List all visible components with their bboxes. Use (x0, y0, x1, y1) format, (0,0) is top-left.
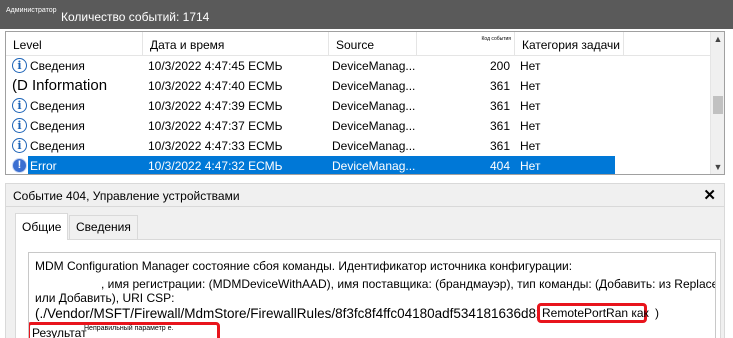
table-row[interactable]: i Сведения 10/3/2022 4:47:39 ЕСМЬ Device… (6, 96, 711, 116)
source-cell: DeviceManag... (332, 119, 416, 133)
tab-panel-general: MDM Configuration Manager состояние сбоя… (15, 239, 721, 338)
category-cell: Нет (520, 59, 541, 73)
info-icon: i (12, 118, 27, 133)
description-line: MDM Configuration Manager состояние сбоя… (35, 259, 573, 273)
title-bar: Администратор Количество событий: 1714 (0, 0, 733, 29)
description-path: (./Vendor/MSFT/Firewall/MdmStore/Firewal… (35, 306, 615, 321)
vertical-scrollbar[interactable]: ▲ ▼ (710, 32, 724, 174)
source-cell: DeviceManag... (332, 139, 416, 153)
column-header-category[interactable]: Категория задачи (515, 32, 624, 56)
level-cell: Сведения (30, 59, 85, 73)
level-cell: Error (30, 159, 57, 173)
category-cell: Нет (520, 139, 541, 153)
result-label: Результат (32, 326, 87, 338)
event-list[interactable]: Level Дата и время Source Код события Ка… (5, 31, 725, 175)
scroll-up-icon[interactable]: ▲ (711, 32, 724, 46)
datetime-cell: 10/3/2022 4:47:40 ЕСМЬ (148, 79, 283, 93)
event-id-cell: 361 (489, 79, 510, 93)
datetime-cell: 10/3/2022 4:47:32 ЕСМЬ (148, 159, 283, 173)
level-cell: Сведения (30, 119, 85, 133)
result-value: Неправильный параметр e. (84, 325, 174, 332)
level-cell: Сведения (30, 99, 85, 113)
description-line: , имя регистрации: (MDMDeviceWithAAD), и… (101, 277, 716, 291)
user-label: Администратор (6, 7, 57, 14)
table-row[interactable]: i Сведения 10/3/2022 4:47:37 ЕСМЬ Device… (6, 116, 711, 136)
datetime-cell: 10/3/2022 4:47:39 ЕСМЬ (148, 99, 283, 113)
event-id-cell: 361 (489, 139, 510, 153)
datetime-cell: 10/3/2022 4:47:45 ЕСМЬ (148, 59, 283, 73)
source-cell: DeviceManag... (332, 59, 416, 73)
info-icon: i (12, 138, 27, 153)
highlighted-text: RemotePortRan как (542, 306, 649, 320)
category-cell: Нет (520, 79, 541, 93)
column-header-datetime[interactable]: Дата и время (143, 32, 329, 56)
source-cell: DeviceManag... (332, 99, 416, 113)
event-id-cell: 361 (489, 119, 510, 133)
event-detail-pane: Общие Сведения MDM Configuration Manager… (5, 207, 725, 338)
category-cell: Нет (520, 159, 541, 173)
info-icon: i (12, 98, 27, 113)
table-row[interactable]: i Сведения 10/3/2022 4:47:45 ЕСМЬ Device… (6, 56, 711, 76)
source-cell: DeviceManag... (332, 79, 416, 93)
category-cell: Нет (520, 119, 541, 133)
column-header-event-id[interactable]: Код события (417, 32, 515, 56)
table-row[interactable]: ! Error 10/3/2022 4:47:32 ЕСМЬ DeviceMan… (6, 156, 711, 174)
info-icon: i (12, 58, 27, 73)
list-header: Level Дата и время Source Код события Ка… (6, 32, 711, 56)
category-cell: Нет (520, 99, 541, 113)
event-id-cell: 404 (489, 159, 510, 173)
event-detail-header: Событие 404, Управление устройствами ✕ (5, 183, 725, 207)
table-row[interactable]: i Сведения 10/3/2022 4:47:33 ЕСМЬ Device… (6, 136, 711, 156)
datetime-cell: 10/3/2022 4:47:33 ЕСМЬ (148, 139, 283, 153)
error-icon: ! (12, 158, 27, 173)
close-icon[interactable]: ✕ (703, 186, 716, 204)
description-path-end: ) (655, 306, 659, 320)
level-cell: Сведения (30, 139, 85, 153)
tab-general[interactable]: Общие (15, 213, 69, 240)
level-cell: (D Information (12, 77, 108, 94)
event-detail-title: Событие 404, Управление устройствами (13, 189, 240, 203)
tab-details[interactable]: Сведения (69, 215, 138, 239)
event-id-cell: 200 (489, 59, 510, 73)
table-row[interactable]: (D Information 10/3/2022 4:47:40 ЕСМЬ De… (6, 76, 711, 96)
event-count: Количество событий: 1714 (61, 10, 210, 24)
datetime-cell: 10/3/2022 4:47:37 ЕСМЬ (148, 119, 283, 133)
column-header-source[interactable]: Source (329, 32, 417, 56)
scroll-down-icon[interactable]: ▼ (711, 160, 724, 174)
source-cell: DeviceManag... (332, 159, 416, 173)
event-id-cell: 361 (489, 99, 510, 113)
description-line: или Добавить), URI CSP: (35, 291, 175, 305)
event-description[interactable]: MDM Configuration Manager состояние сбоя… (28, 252, 716, 338)
scroll-thumb[interactable] (713, 96, 723, 114)
column-header-level[interactable]: Level (6, 32, 143, 56)
